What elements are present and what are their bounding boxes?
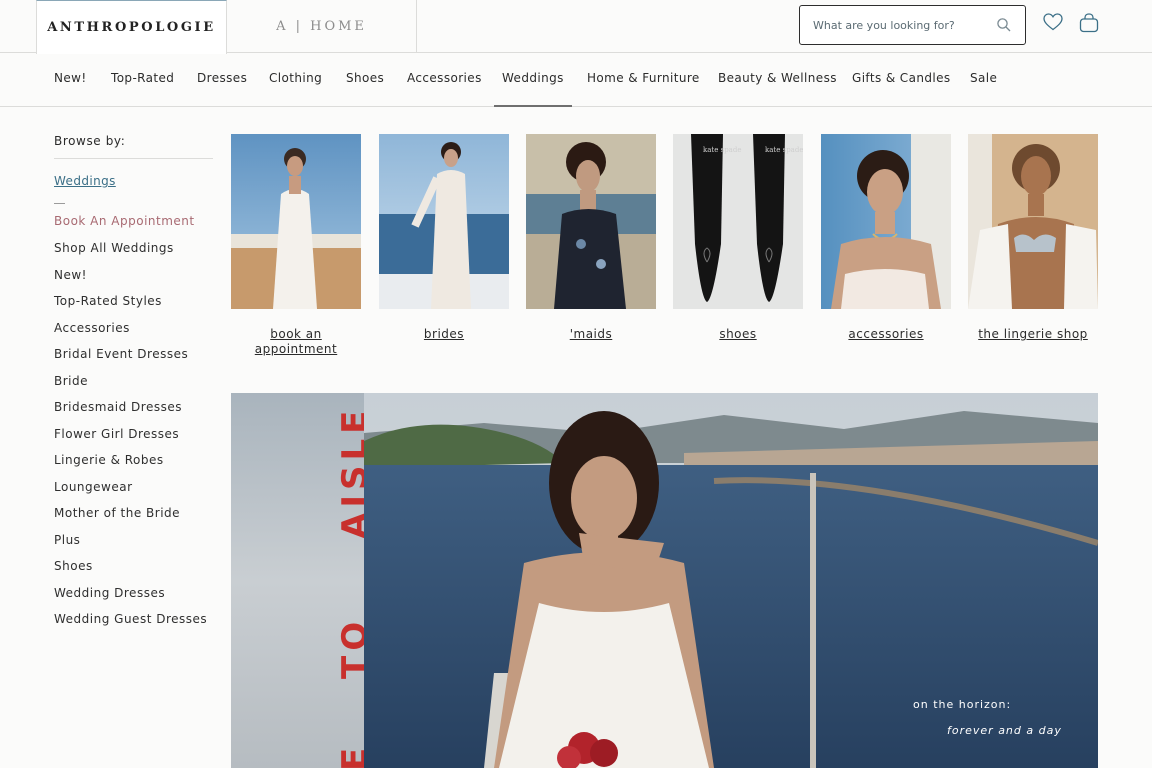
sidebar-item-bride[interactable]: Bride [54, 374, 88, 388]
nav-item-gifts-candles[interactable]: Gifts & Candles [852, 53, 951, 107]
sidebar-item-new[interactable]: New! [54, 268, 87, 282]
tile-image[interactable] [526, 134, 656, 309]
sidebar-item-wedding-guest-dresses[interactable]: Wedding Guest Dresses [54, 612, 207, 626]
hero-caption-line-2: forever and a day [947, 724, 1062, 737]
tile-image[interactable] [821, 134, 951, 309]
sidebar-item-bridesmaid-dresses[interactable]: Bridesmaid Dresses [54, 400, 182, 414]
top-bar: ANTHROPOLOGIE A | HOME [0, 0, 1152, 54]
sidebar-item-shoes[interactable]: Shoes [54, 559, 93, 573]
search-input[interactable] [813, 18, 983, 32]
shoe-brand-text: kate spade [703, 146, 741, 154]
sidebar-item-accessories[interactable]: Accessories [54, 321, 130, 335]
sidebar-item-plus[interactable]: Plus [54, 533, 80, 547]
tile-caption[interactable]: brides [379, 327, 509, 342]
anthropologie-logo: ANTHROPOLOGIE [47, 20, 216, 35]
hero-banner[interactable]: AISLE TO E on the horizon: forever and a… [231, 393, 1098, 768]
category-tile-maids[interactable]: 'maids [526, 134, 656, 341]
nav-item-sale[interactable]: Sale [970, 53, 997, 107]
search-box[interactable] [799, 5, 1026, 45]
hero-image [364, 393, 1098, 768]
sidebar-item-book-appointment[interactable]: Book An Appointment [54, 214, 195, 228]
category-tile-book-appointment[interactable]: book an appointment [231, 134, 361, 356]
nav-item-dresses[interactable]: Dresses [197, 53, 247, 107]
category-tile-lingerie-shop[interactable]: the lingerie shop [968, 134, 1098, 341]
tile-image[interactable] [379, 134, 509, 309]
divider [54, 203, 65, 204]
nav-item-top-rated[interactable]: Top-Rated [111, 53, 174, 107]
nav-item-beauty-wellness[interactable]: Beauty & Wellness [718, 53, 837, 107]
tile-caption[interactable]: book an appointment [231, 327, 361, 357]
ahome-logo: A | HOME [276, 19, 367, 34]
nav-item-shoes[interactable]: Shoes [346, 53, 384, 107]
tile-caption[interactable]: accessories [821, 327, 951, 342]
tile-caption[interactable]: the lingerie shop [968, 327, 1098, 342]
nav-item-clothing[interactable]: Clothing [269, 53, 322, 107]
sidebar-current-category[interactable]: Weddings [54, 174, 116, 188]
nav-item-accessories[interactable]: Accessories [407, 53, 482, 107]
sidebar-item-flower-girl-dresses[interactable]: Flower Girl Dresses [54, 427, 179, 441]
shopping-bag-icon[interactable] [1078, 12, 1100, 38]
ahome-brand-tab[interactable]: A | HOME [227, 0, 417, 53]
divider [54, 158, 213, 159]
tile-image[interactable] [968, 134, 1098, 309]
category-tile-accessories[interactable]: accessories [821, 134, 951, 341]
tile-image[interactable] [231, 134, 361, 309]
browse-by-label: Browse by: [54, 134, 126, 148]
hero-side-strip: AISLE TO E [231, 393, 375, 768]
shoe-brand-text: kate spade [765, 146, 803, 154]
main-navigation: New! Top-Rated Dresses Clothing Shoes Ac… [0, 53, 1152, 107]
tile-image[interactable]: kate spade kate spade [673, 134, 803, 309]
heart-icon[interactable] [1042, 12, 1064, 36]
hero-caption-line-1: on the horizon: [913, 698, 1012, 711]
tile-caption[interactable]: shoes [673, 327, 803, 342]
sidebar-item-mother-of-the-bride[interactable]: Mother of the Bride [54, 506, 180, 520]
category-tile-brides[interactable]: brides [379, 134, 509, 341]
sidebar-item-loungewear[interactable]: Loungewear [54, 480, 133, 494]
nav-item-weddings[interactable]: Weddings [494, 53, 572, 107]
sidebar-item-shop-all-weddings[interactable]: Shop All Weddings [54, 241, 174, 255]
sidebar-item-top-rated-styles[interactable]: Top-Rated Styles [54, 294, 162, 308]
nav-item-home-furniture[interactable]: Home & Furniture [587, 53, 700, 107]
sidebar-item-wedding-dresses[interactable]: Wedding Dresses [54, 586, 165, 600]
anthropologie-brand-tab[interactable]: ANTHROPOLOGIE [36, 0, 227, 54]
sidebar-item-lingerie-robes[interactable]: Lingerie & Robes [54, 453, 164, 467]
nav-item-new[interactable]: New! [54, 53, 87, 107]
search-icon[interactable] [996, 17, 1012, 37]
sidebar-item-bridal-event-dresses[interactable]: Bridal Event Dresses [54, 347, 188, 361]
tile-caption[interactable]: 'maids [526, 327, 656, 342]
category-tile-shoes[interactable]: kate spade kate spade shoes [673, 134, 803, 341]
